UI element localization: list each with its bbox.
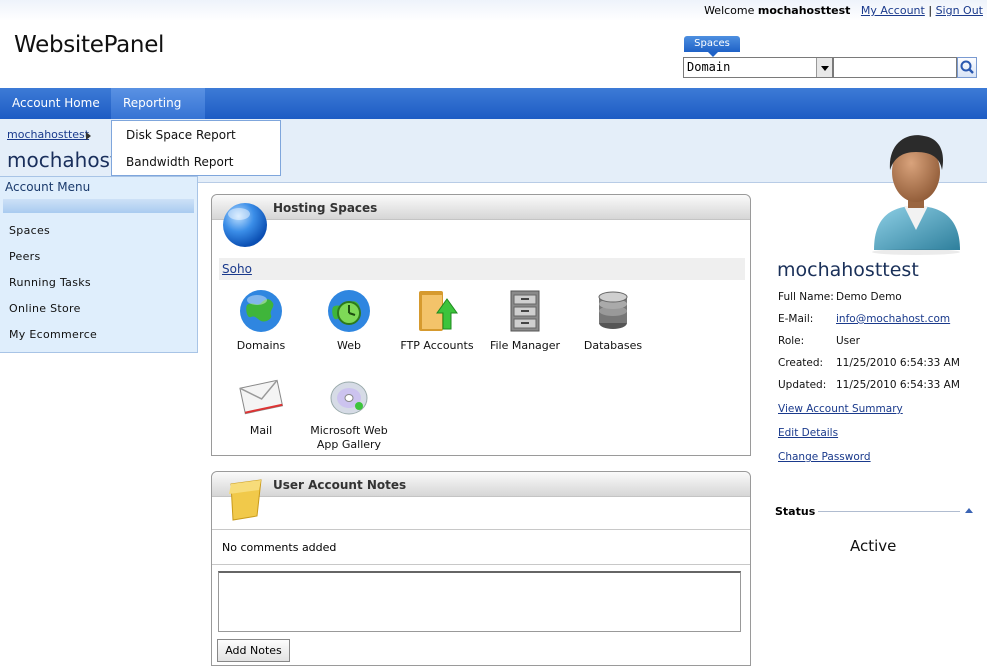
reporting-dropdown-menu: Disk Space Report Bandwidth Report: [111, 120, 281, 176]
account-menu-item-online-store[interactable]: Online Store: [9, 302, 81, 315]
menu-item-disk-space-report[interactable]: Disk Space Report: [126, 128, 236, 142]
sticky-note-icon: [223, 476, 267, 527]
account-menu-item-peers[interactable]: Peers: [9, 250, 41, 263]
divider: [212, 564, 750, 565]
tile-domains[interactable]: Domains: [217, 287, 305, 353]
chevron-down-icon[interactable]: [816, 58, 832, 77]
separator: |: [928, 4, 933, 17]
search-scope-tab[interactable]: Spaces: [684, 36, 740, 57]
notes-textarea[interactable]: [218, 571, 741, 632]
globe-icon: [237, 287, 285, 335]
menu-item-bandwidth-report[interactable]: Bandwidth Report: [126, 155, 233, 169]
email-link[interactable]: info@mochahost.com: [836, 313, 950, 325]
account-menu-bar: [3, 199, 194, 213]
field-label-created: Created:: [778, 357, 824, 369]
welcome-bar: Welcome mochahosttest My Account | Sign …: [704, 4, 983, 17]
status-label: Status: [775, 505, 816, 518]
nav-account-home[interactable]: Account Home: [0, 88, 112, 119]
field-value-updated: 11/25/2010 6:54:33 AM: [836, 379, 960, 391]
my-account-link[interactable]: My Account: [861, 4, 925, 17]
change-password-link[interactable]: Change Password: [778, 451, 871, 463]
search-scope-tab-label: Spaces: [694, 38, 730, 49]
tile-ftp-accounts-label: FTP Accounts: [400, 339, 474, 352]
field-value-created: 11/25/2010 6:54:33 AM: [836, 357, 960, 369]
search-icon: [960, 60, 974, 74]
nav-reporting[interactable]: Reporting: [111, 88, 205, 137]
tile-web-app-gallery[interactable]: Microsoft Web App Gallery: [305, 372, 393, 452]
field-label-updated: Updated:: [778, 379, 827, 391]
search-scope-value: Domain: [687, 60, 731, 74]
tile-file-manager-label: File Manager: [489, 339, 561, 352]
breadcrumb-link[interactable]: mochahosttest: [7, 128, 89, 141]
tile-file-manager[interactable]: File Manager: [481, 287, 569, 353]
account-menu-item-spaces[interactable]: Spaces: [9, 224, 50, 237]
view-account-summary-link[interactable]: View Account Summary: [778, 403, 903, 415]
profile-name: mochahosttest: [777, 259, 919, 281]
ftp-folder-icon: [413, 287, 461, 335]
account-menu-item-my-ecommerce[interactable]: My Ecommerce: [9, 328, 97, 341]
file-cabinet-icon: [501, 287, 549, 335]
add-notes-button[interactable]: Add Notes: [217, 639, 290, 662]
hosting-globe-icon: [221, 201, 269, 252]
field-label-full-name: Full Name:: [778, 291, 834, 303]
space-row: Soho: [219, 258, 745, 280]
nav-account-home-label: Account Home: [12, 96, 100, 110]
tile-mail-label: Mail: [249, 424, 273, 437]
status-value: Active: [850, 537, 897, 555]
tile-domains-label: Domains: [236, 339, 286, 352]
tile-databases[interactable]: Databases: [569, 287, 657, 353]
edit-details-link[interactable]: Edit Details: [778, 427, 838, 439]
collapse-caret-icon[interactable]: [965, 508, 973, 513]
logo[interactable]: WebsitePanel: [14, 32, 164, 58]
field-value-role: User: [836, 335, 860, 347]
mail-envelope-icon: [237, 372, 285, 420]
hosting-spaces-title: Hosting Spaces: [273, 201, 378, 215]
hosting-spaces-panel: Hosting Spaces Soho Domains Web FTP Acco…: [211, 194, 751, 456]
field-label-role: Role:: [778, 335, 805, 347]
user-avatar-icon: [872, 135, 960, 255]
field-label-email: E-Mail:: [778, 313, 814, 325]
database-icon: [589, 287, 637, 335]
notes-title: User Account Notes: [273, 478, 407, 492]
nav-reporting-label: Reporting: [123, 96, 182, 110]
welcome-text: Welcome: [704, 4, 755, 17]
tile-web-app-gallery-label: Microsoft Web App Gallery: [310, 424, 388, 451]
search-scope-select[interactable]: Domain: [683, 57, 833, 78]
user-account-notes-panel: User Account Notes No comments added Add…: [211, 471, 751, 666]
field-value-full-name: Demo Demo: [836, 291, 902, 303]
search-input[interactable]: [833, 57, 957, 78]
web-globe-icon: [325, 287, 373, 335]
account-menu-title: Account Menu: [5, 180, 91, 194]
breadcrumb-arrow-icon: [86, 132, 91, 140]
page-title: mochahosttest: [7, 148, 112, 172]
main-nav: Account Home Reporting: [0, 88, 987, 137]
search-button[interactable]: [957, 57, 977, 78]
tile-mail[interactable]: Mail: [217, 372, 305, 438]
cd-disc-icon: [325, 372, 373, 420]
divider: [212, 529, 750, 530]
no-comments-text: No comments added: [222, 541, 337, 554]
tile-databases-label: Databases: [583, 339, 643, 352]
welcome-username: mochahosttest: [757, 4, 851, 17]
divider: [818, 511, 960, 512]
account-menu: Account Menu Spaces Peers Running Tasks …: [0, 176, 198, 353]
tile-ftp-accounts[interactable]: FTP Accounts: [393, 287, 481, 353]
avatar: [868, 128, 964, 259]
tile-web-label: Web: [337, 339, 361, 352]
sign-out-link[interactable]: Sign Out: [936, 4, 983, 17]
tile-web[interactable]: Web: [305, 287, 393, 353]
account-menu-item-running-tasks[interactable]: Running Tasks: [9, 276, 91, 289]
space-link-soho[interactable]: Soho: [222, 262, 252, 276]
